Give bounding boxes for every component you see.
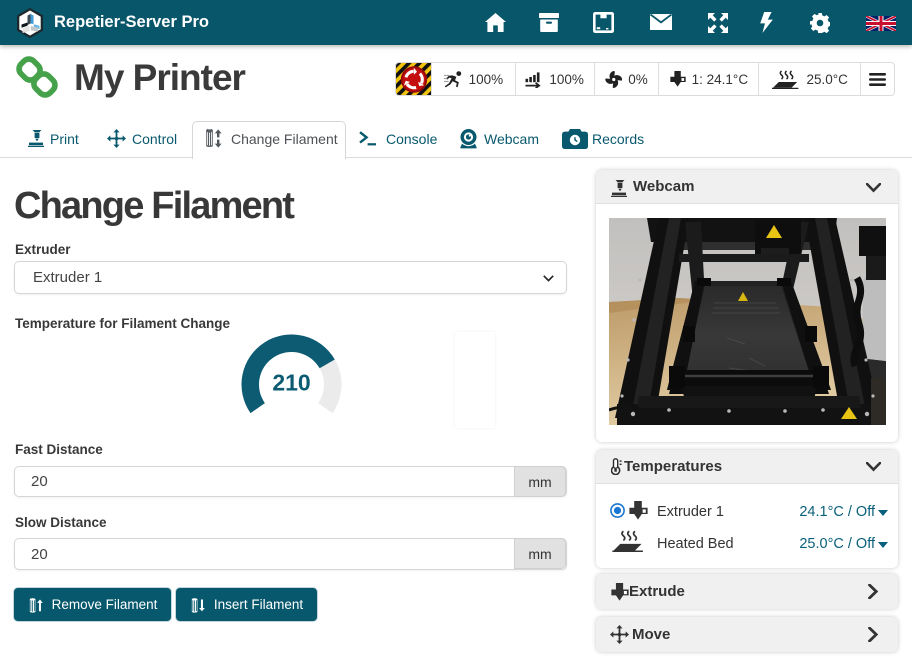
svg-text:210: 210 xyxy=(272,370,310,396)
